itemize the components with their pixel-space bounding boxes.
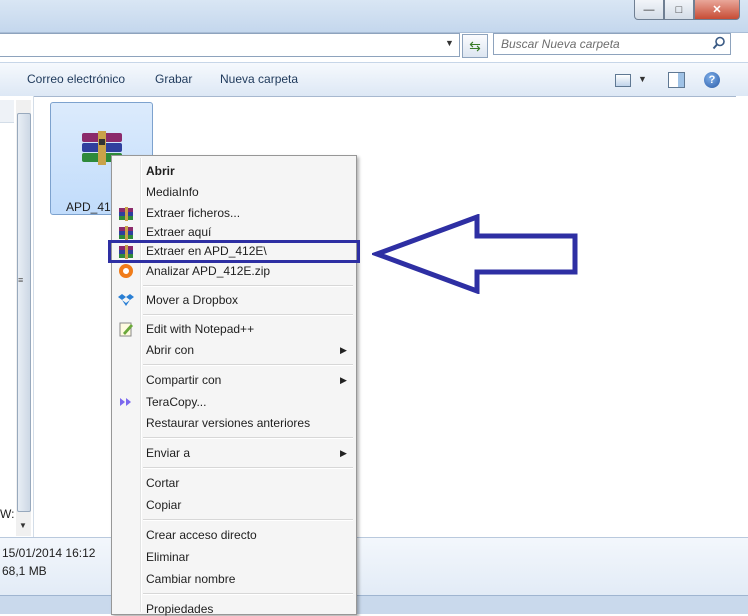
annotation-arrow-icon xyxy=(372,214,578,294)
close-button[interactable]: ✕ xyxy=(694,0,740,20)
window-controls: — □ ✕ xyxy=(634,0,740,20)
menu-item-mediainfo[interactable]: MediaInfo xyxy=(146,185,199,199)
help-icon[interactable]: ? xyxy=(704,72,720,88)
menu-separator xyxy=(143,519,353,521)
menu-item-open-with[interactable]: Abrir con xyxy=(146,343,194,357)
nav-item-fragment[interactable]: W: xyxy=(0,507,14,521)
menu-item-edit-notepadpp[interactable]: Edit with Notepad++ xyxy=(146,322,254,336)
menu-icon-gutter xyxy=(140,158,142,612)
title-bar: — □ ✕ xyxy=(0,0,748,33)
menu-item-open[interactable]: Abrir xyxy=(146,164,175,178)
dropbox-icon xyxy=(118,294,134,306)
menu-item-move-to-dropbox[interactable]: Mover a Dropbox xyxy=(146,293,238,307)
teracopy-icon xyxy=(120,398,131,406)
menu-separator xyxy=(143,285,353,287)
change-view-icon[interactable] xyxy=(615,74,631,87)
menu-item-properties[interactable]: Propiedades xyxy=(146,602,213,616)
menu-item-extract-here[interactable]: Extraer aquí xyxy=(146,225,211,239)
maximize-button[interactable]: □ xyxy=(664,0,694,20)
winrar-icon xyxy=(119,226,133,240)
notepadpp-icon xyxy=(119,322,133,337)
scroll-down-icon[interactable]: ▼ xyxy=(19,521,27,530)
menu-separator xyxy=(143,437,353,439)
maximize-icon: □ xyxy=(675,3,683,16)
menu-item-teracopy[interactable]: TeraCopy... xyxy=(146,395,206,409)
menu-item-delete[interactable]: Eliminar xyxy=(146,550,189,564)
file-size: 68,1 MB xyxy=(2,564,47,578)
avast-icon xyxy=(119,264,133,278)
menu-item-rename[interactable]: Cambiar nombre xyxy=(146,572,235,586)
address-bar[interactable] xyxy=(0,33,460,57)
search-icon[interactable] xyxy=(712,36,726,50)
menu-item-cut[interactable]: Cortar xyxy=(146,476,179,490)
annotation-highlight-box xyxy=(108,240,360,263)
menu-item-restore-previous-versions[interactable]: Restaurar versiones anteriores xyxy=(146,416,310,430)
menu-item-send-to[interactable]: Enviar a xyxy=(146,446,190,460)
scrollbar-grip-icon: ≡ xyxy=(18,275,24,285)
nav-scrollbar[interactable] xyxy=(16,100,31,536)
burn-button[interactable]: Grabar xyxy=(155,72,192,86)
file-name: APD_412 xyxy=(66,200,118,214)
menu-item-extract-files[interactable]: Extraer ficheros... xyxy=(146,206,240,220)
menu-separator xyxy=(143,467,353,469)
context-menu: Abrir MediaInfo Extraer ficheros... Extr… xyxy=(111,155,357,616)
winrar-icon xyxy=(119,207,133,221)
menu-separator xyxy=(143,314,353,316)
navigation-pane-header xyxy=(0,100,14,123)
view-dropdown-icon[interactable]: ▼ xyxy=(638,74,647,84)
submenu-arrow-icon: ▶ xyxy=(340,345,347,355)
refresh-button[interactable]: ⇆ xyxy=(462,34,488,58)
command-bar: Correo electrónico Grabar Nueva carpeta … xyxy=(0,62,748,97)
search-box xyxy=(493,33,731,55)
refresh-icon: ⇆ xyxy=(469,37,481,54)
new-folder-button[interactable]: Nueva carpeta xyxy=(220,72,298,86)
menu-separator xyxy=(143,364,353,366)
menu-item-create-shortcut[interactable]: Crear acceso directo xyxy=(146,528,257,542)
preview-pane-icon[interactable] xyxy=(668,72,685,88)
menu-separator xyxy=(143,593,353,595)
email-button[interactable]: Correo electrónico xyxy=(27,72,125,86)
submenu-arrow-icon: ▶ xyxy=(340,375,347,385)
menu-item-copy[interactable]: Copiar xyxy=(146,498,181,512)
menu-item-scan-archive[interactable]: Analizar APD_412E.zip xyxy=(146,264,270,278)
minimize-icon: — xyxy=(643,3,655,16)
minimize-button[interactable]: — xyxy=(634,0,664,20)
nav-scrollbar-thumb[interactable] xyxy=(17,113,31,512)
close-icon: ✕ xyxy=(712,4,722,16)
address-dropdown-icon[interactable]: ▼ xyxy=(445,38,454,48)
window-right-edge xyxy=(736,96,748,537)
menu-item-share-with[interactable]: Compartir con xyxy=(146,373,221,387)
modified-date: 15/01/2014 16:12 xyxy=(2,546,96,560)
search-input[interactable] xyxy=(494,34,711,54)
submenu-arrow-icon: ▶ xyxy=(340,448,347,458)
